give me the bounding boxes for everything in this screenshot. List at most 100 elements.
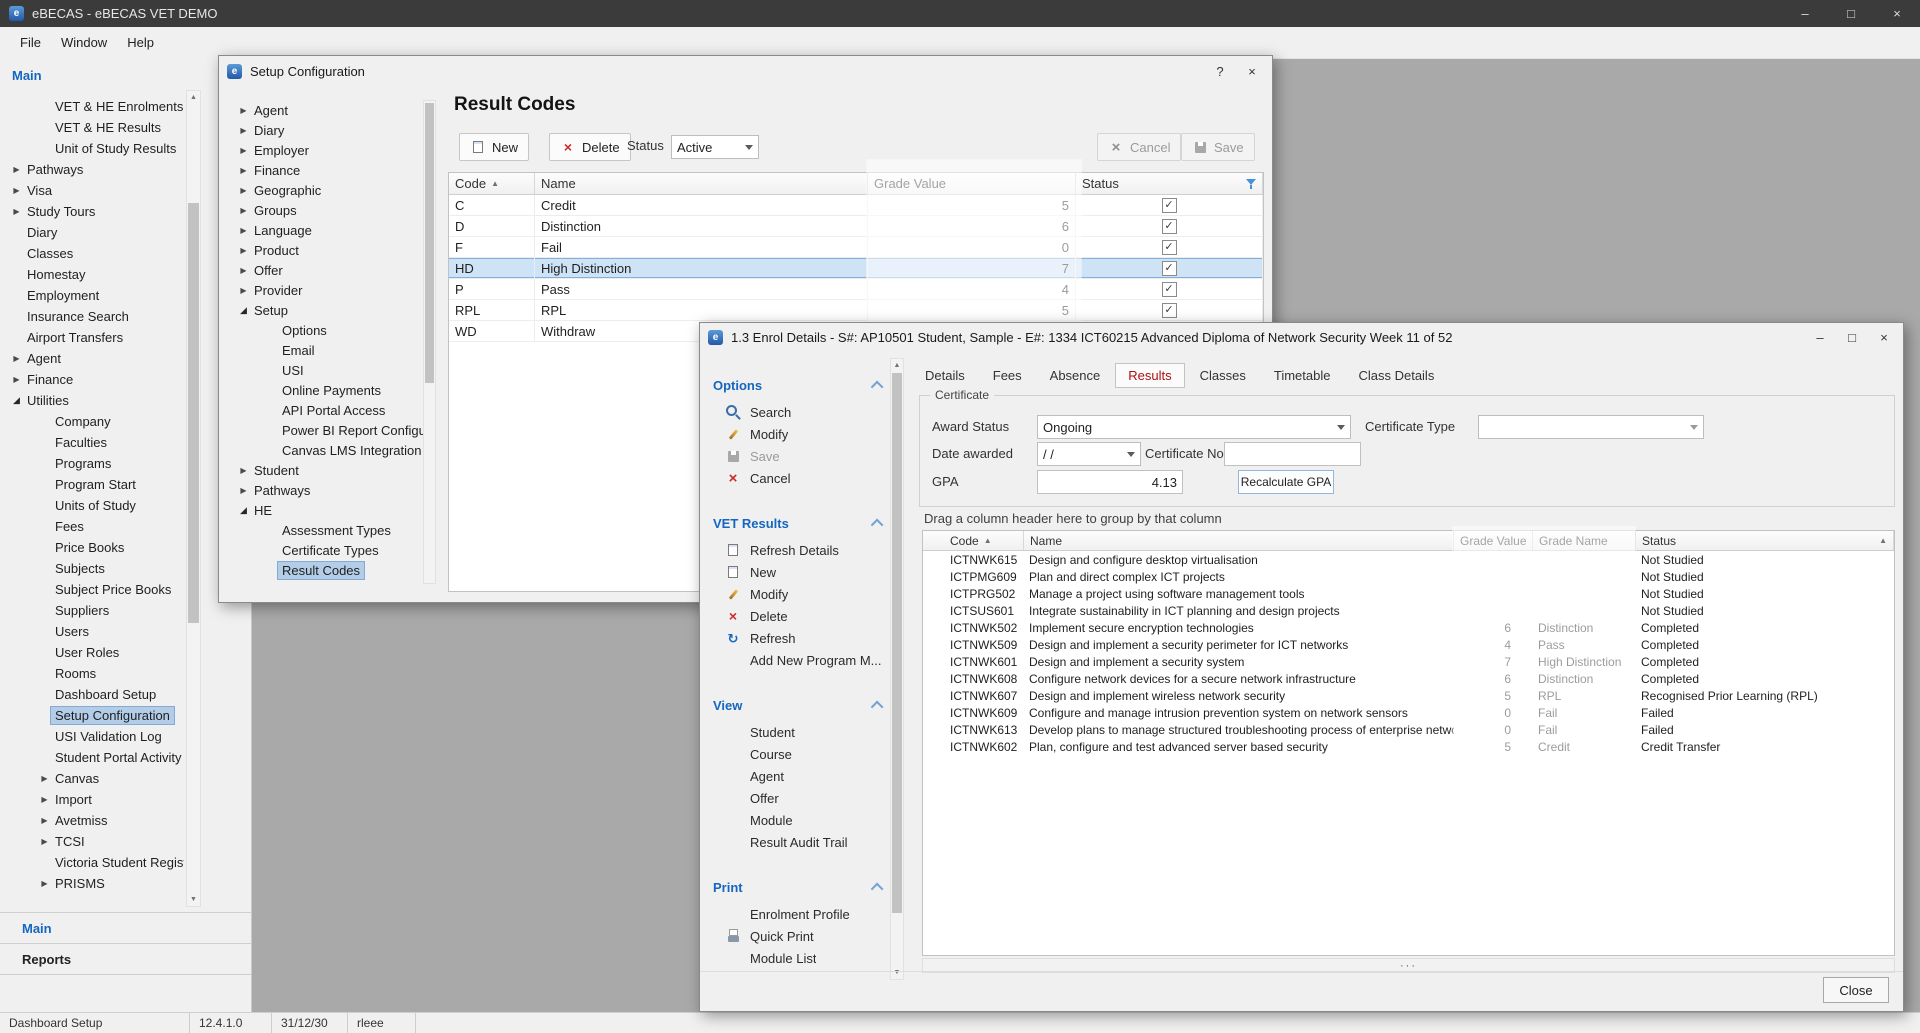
nav-item[interactable]: Student: [709, 721, 889, 743]
delete-button[interactable]: Delete: [549, 133, 631, 161]
tree-item[interactable]: Subjects: [0, 558, 184, 579]
nav-item[interactable]: Add New Program M...: [709, 649, 889, 671]
nav-header-vet-results[interactable]: VET Results: [713, 513, 883, 533]
certificate-type-dropdown[interactable]: [1478, 415, 1704, 439]
tree-item[interactable]: VET & HE Results: [0, 117, 184, 138]
filter-icon[interactable]: [1246, 179, 1256, 189]
expand-arrow-icon[interactable]: [237, 186, 250, 195]
expand-arrow-icon[interactable]: [237, 226, 250, 235]
grid-row[interactable]: ICTNWK509 Design and implement a securit…: [923, 636, 1894, 653]
scrollbar-thumb[interactable]: [425, 103, 434, 383]
column-header-code[interactable]: Code▲: [923, 531, 1024, 550]
expand-arrow-icon[interactable]: [237, 466, 250, 475]
grid-row[interactable]: P Pass 4: [449, 279, 1263, 300]
tree-item[interactable]: Student: [227, 460, 423, 480]
tree-item[interactable]: Language: [227, 220, 423, 240]
tree-item[interactable]: Dashboard Setup: [0, 684, 184, 705]
expand-arrow-icon[interactable]: [237, 246, 250, 255]
tree-item[interactable]: PRISMS: [0, 873, 184, 894]
tab[interactable]: Timetable: [1261, 363, 1344, 388]
sidebar-section-reports[interactable]: Reports: [0, 944, 273, 974]
tree-item[interactable]: Homestay: [0, 264, 184, 285]
column-header-name[interactable]: Name: [1024, 531, 1454, 550]
tree-item[interactable]: Victoria Student Register: [0, 852, 184, 873]
close-button[interactable]: ×: [1874, 0, 1920, 27]
expand-arrow-icon[interactable]: [237, 505, 250, 516]
close-dialog-button[interactable]: Close: [1823, 977, 1889, 1003]
grid-row[interactable]: D Distinction 6: [449, 216, 1263, 237]
grid-row[interactable]: HD High Distinction 7: [449, 258, 1263, 279]
grid-row[interactable]: ICTNWK607 Design and implement wireless …: [923, 687, 1894, 704]
minimize-button[interactable]: –: [1782, 0, 1828, 27]
cancel-button[interactable]: Cancel: [1097, 133, 1181, 161]
dialog-close-button[interactable]: ×: [1868, 323, 1900, 352]
tree-item[interactable]: TCSI: [0, 831, 184, 852]
expand-arrow-icon[interactable]: [10, 186, 23, 195]
expand-arrow-icon[interactable]: [38, 774, 51, 783]
tree-item[interactable]: Faculties: [0, 432, 184, 453]
expand-arrow-icon[interactable]: [38, 795, 51, 804]
menu-file[interactable]: File: [10, 27, 51, 58]
certificate-no-input[interactable]: [1224, 442, 1361, 466]
scroll-up-icon[interactable]: ▲: [187, 91, 200, 104]
tree-item[interactable]: Groups: [227, 200, 423, 220]
grid-row[interactable]: ICTNWK601 Design and implement a securit…: [923, 653, 1894, 670]
tab[interactable]: Fees: [980, 363, 1035, 388]
tree-item[interactable]: VET & HE Enrolments: [0, 96, 184, 117]
grid-row[interactable]: ICTSUS601 Integrate sustainability in IC…: [923, 602, 1894, 619]
grid-row[interactable]: C Credit 5: [449, 195, 1263, 216]
tree-item[interactable]: Options: [227, 320, 423, 340]
tree-item[interactable]: Price Books: [0, 537, 184, 558]
status-checkbox[interactable]: [1162, 219, 1177, 234]
dialog-close-button[interactable]: ×: [1236, 56, 1268, 86]
nav-header-view[interactable]: View: [713, 695, 883, 715]
tree-item[interactable]: Employer: [227, 140, 423, 160]
tree-item[interactable]: Program Start: [0, 474, 184, 495]
tree-item[interactable]: Unit of Study Results: [0, 138, 184, 159]
nav-item[interactable]: Cancel: [709, 467, 889, 489]
expand-arrow-icon[interactable]: [237, 166, 250, 175]
nav-scrollbar[interactable]: ▲ ▼: [890, 358, 904, 980]
status-checkbox[interactable]: [1162, 303, 1177, 318]
tab[interactable]: Classes: [1187, 363, 1259, 388]
tab[interactable]: Class Details: [1345, 363, 1447, 388]
nav-item[interactable]: Agent: [709, 765, 889, 787]
nav-item[interactable]: Quick Print: [709, 925, 889, 947]
tree-item[interactable]: Email: [227, 340, 423, 360]
status-checkbox[interactable]: [1162, 198, 1177, 213]
tab[interactable]: Details: [912, 363, 978, 388]
tree-item[interactable]: User Roles: [0, 642, 184, 663]
tree-item[interactable]: Insurance Search: [0, 306, 184, 327]
tree-item[interactable]: Classes: [0, 243, 184, 264]
tree-item[interactable]: Provider: [227, 280, 423, 300]
gpa-field[interactable]: 4.13: [1037, 470, 1183, 494]
expand-arrow-icon[interactable]: [38, 816, 51, 825]
expand-arrow-icon[interactable]: [237, 146, 250, 155]
tree-item[interactable]: Offer: [227, 260, 423, 280]
nav-item[interactable]: Result Audit Trail: [709, 831, 889, 853]
expand-arrow-icon[interactable]: [10, 375, 23, 384]
tree-item[interactable]: Diary: [0, 222, 184, 243]
nav-item[interactable]: Course: [709, 743, 889, 765]
tree-item[interactable]: Finance: [227, 160, 423, 180]
column-header-grade-value[interactable]: Grade Value: [868, 173, 1076, 194]
column-header-grade-name[interactable]: Grade Name: [1533, 531, 1636, 550]
status-checkbox[interactable]: [1162, 282, 1177, 297]
nav-item[interactable]: Search: [709, 401, 889, 423]
nav-item[interactable]: Delete: [709, 605, 889, 627]
column-header-status[interactable]: Status: [1076, 173, 1263, 194]
grid-row[interactable]: ICTPMG609 Plan and direct complex ICT pr…: [923, 568, 1894, 585]
tree-item[interactable]: Employment: [0, 285, 184, 306]
expand-arrow-icon[interactable]: [237, 126, 250, 135]
tree-item[interactable]: Company: [0, 411, 184, 432]
scroll-down-icon[interactable]: ▼: [891, 966, 903, 979]
new-button[interactable]: New: [459, 133, 529, 161]
sidebar-scrollbar[interactable]: ▲ ▼: [186, 90, 201, 907]
tree-item[interactable]: USI Validation Log: [0, 726, 184, 747]
tree-item[interactable]: USI: [227, 360, 423, 380]
column-header-name[interactable]: Name: [535, 173, 868, 194]
tree-item[interactable]: Units of Study: [0, 495, 184, 516]
tree-item[interactable]: Diary: [227, 120, 423, 140]
date-awarded-dropdown[interactable]: / /: [1037, 442, 1141, 466]
save-button[interactable]: Save: [1181, 133, 1255, 161]
